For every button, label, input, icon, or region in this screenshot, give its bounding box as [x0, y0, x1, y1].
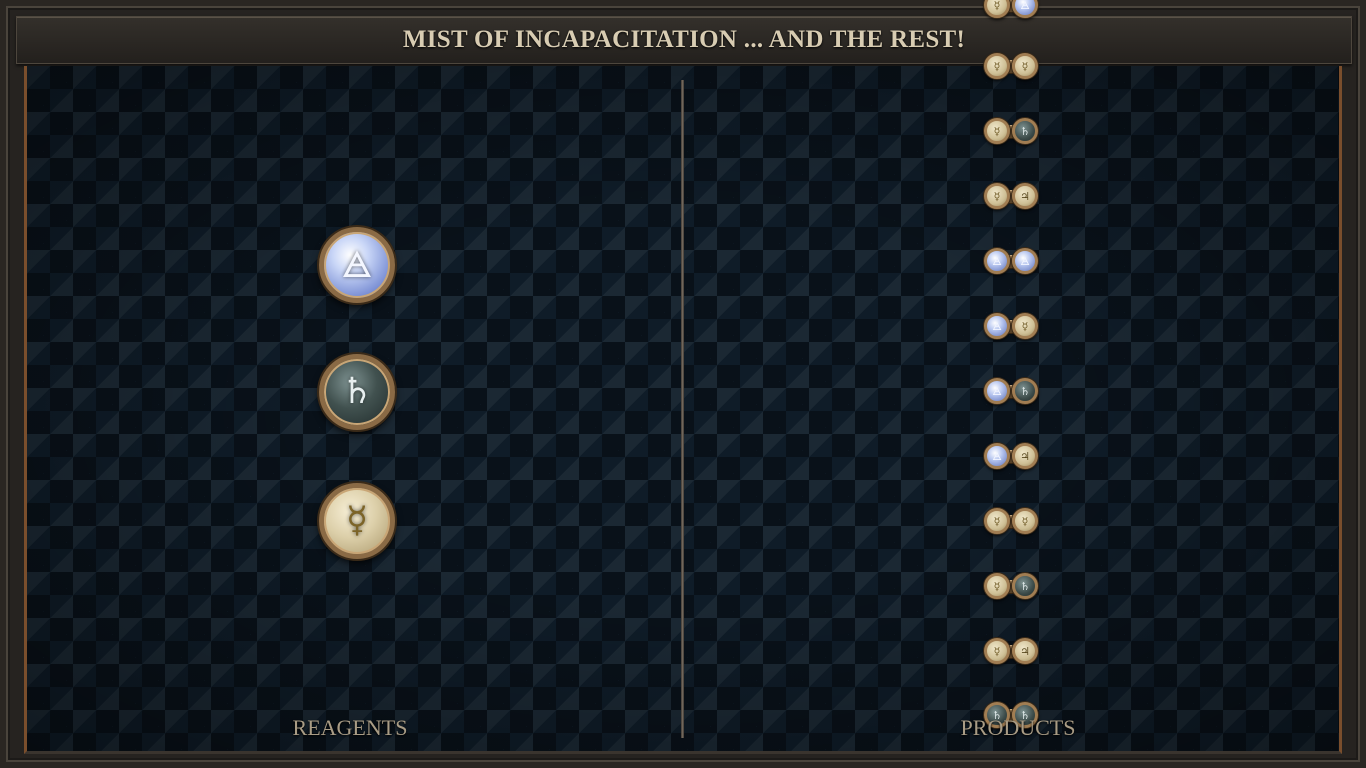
product-pair[interactable]: 🜁 🜁: [984, 248, 1038, 274]
lead-symbol-icon: ♄: [340, 371, 374, 412]
jupiter-symbol-icon: ♃: [1012, 638, 1038, 664]
lead-symbol-icon: ♄: [1012, 118, 1038, 144]
mercury-symbol-icon: ☿: [1012, 313, 1038, 339]
air-symbol-icon: 🜁: [1012, 248, 1038, 274]
air-symbol-icon: 🜁: [984, 248, 1010, 274]
reagent-mercury-orb[interactable]: ☿: [319, 483, 395, 559]
product-pair[interactable]: ☿ ♃: [984, 183, 1038, 209]
reagent-lead-orb[interactable]: ♄: [319, 354, 395, 430]
mercury-symbol-icon: ☿: [984, 183, 1010, 209]
mercury-symbol-icon: ☿: [984, 53, 1010, 79]
title-bar: MIST OF INCAPACITATION ... AND THE REST!: [16, 16, 1352, 64]
product-pair[interactable]: ☿ ♄: [984, 118, 1038, 144]
air-symbol-icon: 🜁: [984, 443, 1010, 469]
jupiter-symbol-icon: ♃: [1012, 443, 1038, 469]
product-pair[interactable]: ☿ ☿: [984, 508, 1038, 534]
section-divider: [681, 80, 684, 738]
product-pair[interactable]: 🜁 ♃: [984, 443, 1038, 469]
mercury-symbol-icon: ☿: [345, 500, 369, 541]
product-pair[interactable]: 🜁 ♄: [984, 378, 1038, 404]
air-symbol-icon: 🜁: [984, 378, 1010, 404]
product-pair[interactable]: ☿ 🜁: [984, 0, 1038, 18]
mercury-symbol-icon: ☿: [1012, 508, 1038, 534]
lead-symbol-icon: ♄: [1012, 573, 1038, 599]
mercury-symbol-icon: ☿: [984, 638, 1010, 664]
mercury-symbol-icon: ☿: [984, 508, 1010, 534]
product-pair[interactable]: ☿ ♄: [984, 573, 1038, 599]
lead-symbol-icon: ♄: [1012, 378, 1038, 404]
air-symbol-icon: 🜁: [341, 245, 373, 285]
mercury-symbol-icon: ☿: [984, 0, 1010, 18]
air-symbol-icon: 🜁: [984, 313, 1010, 339]
page-title: MIST OF INCAPACITATION ... AND THE REST!: [402, 26, 966, 53]
air-symbol-icon: 🜁: [1012, 0, 1038, 18]
reagents-label: REAGENTS: [292, 715, 408, 740]
reagent-air-orb[interactable]: 🜁: [319, 227, 395, 303]
mercury-symbol-icon: ☿: [1012, 53, 1038, 79]
product-pair[interactable]: ☿ ♃: [984, 638, 1038, 664]
products-label: PRODUCTS: [960, 715, 1076, 740]
product-pair[interactable]: ☿ ☿: [984, 53, 1038, 79]
product-pair[interactable]: 🜁 ☿: [984, 313, 1038, 339]
mercury-symbol-icon: ☿: [984, 118, 1010, 144]
mercury-symbol-icon: ☿: [984, 573, 1010, 599]
jupiter-symbol-icon: ♃: [1012, 183, 1038, 209]
